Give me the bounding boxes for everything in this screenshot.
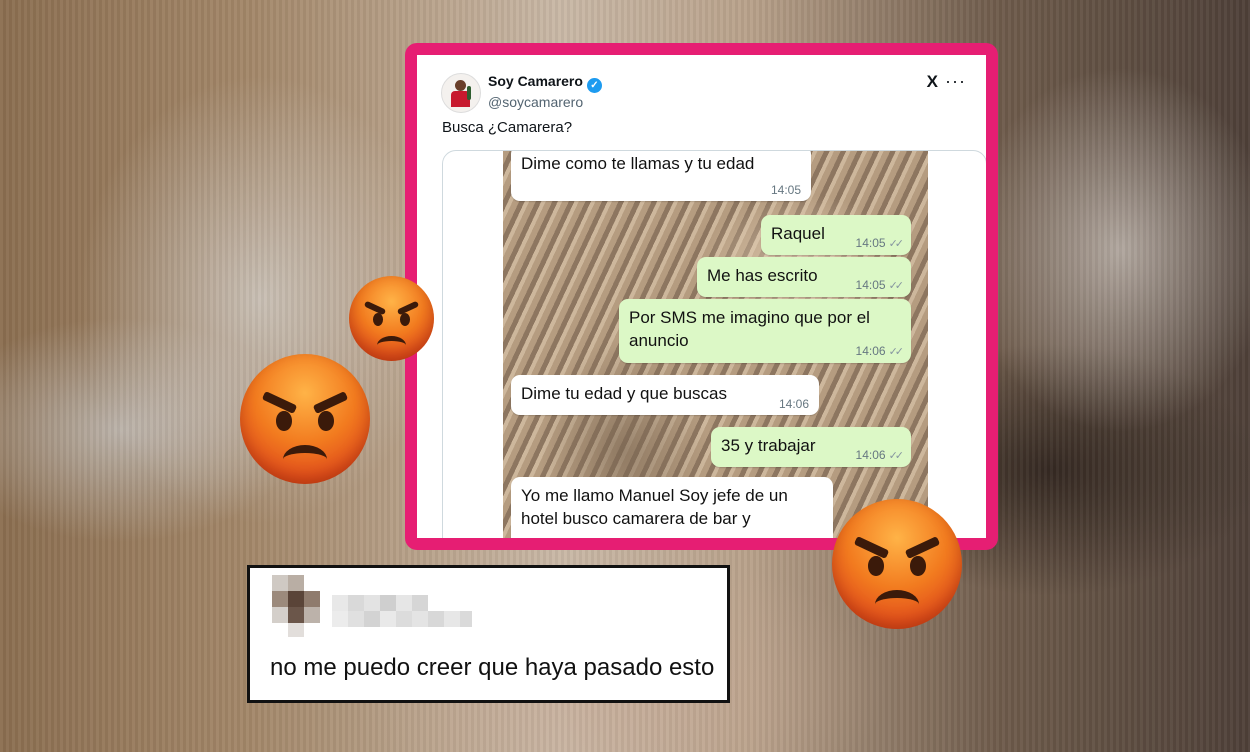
message-text: 35 y trabajar [721, 436, 816, 455]
message-timestamp: 14:05 [770, 183, 801, 197]
message-time: 14:06 [779, 398, 809, 410]
avatar-bottle [467, 86, 471, 100]
chat-message-sent: 35 y trabajar 14:06 ✓✓ [711, 427, 911, 467]
tweet-card: Soy Camarero ✓ @soycamarero X ··· Busca ¿… [417, 55, 986, 538]
chat-message-received: Dime como te llamas y tu edad 14:05 [511, 151, 811, 201]
chat-message-sent: Me has escrito 14:05 ✓✓ [697, 257, 911, 297]
message-timestamp: 14:06 [855, 448, 886, 462]
x-logo-icon[interactable]: X [927, 72, 938, 92]
read-ticks-icon: ✓✓ [888, 450, 905, 462]
comment-text: no me puedo creer que haya pasado esto [270, 654, 715, 681]
message-timestamp: 14:06 [855, 344, 886, 358]
more-icon[interactable]: ··· [945, 71, 966, 92]
message-timestamp: 14:06 [778, 397, 809, 411]
read-ticks-icon: ✓✓ [888, 280, 905, 292]
message-text: Raquel [771, 224, 825, 243]
tweet-media[interactable]: Dime como te llamas y tu edad 14:05 Raquel… [442, 150, 986, 538]
message-time: 14:05 ✓✓ [855, 278, 905, 292]
angry-face-icon [349, 276, 434, 361]
comment-card: no me puedo creer que haya pasado esto [247, 565, 730, 703]
chat-message-sent: Raquel 14:05 ✓✓ [761, 215, 911, 255]
tweet-header: Soy Camarero ✓ @soycamarero X ··· [431, 65, 972, 113]
message-text: Yo me llamo Manuel Soy jefe de un hotel … [521, 486, 788, 528]
message-timestamp: 14:05 [855, 236, 886, 250]
message-time: 14:05 ✓✓ [855, 236, 905, 250]
tweet-text: Busca ¿Camarera? [442, 119, 573, 136]
verified-badge-icon: ✓ [586, 78, 602, 93]
message-timestamp: 14:05 [855, 278, 886, 292]
author-name-row[interactable]: Soy Camarero ✓ [488, 73, 602, 93]
avatar[interactable] [441, 73, 481, 113]
message-time: 14:06 ✓✓ [855, 344, 905, 358]
angry-face-icon [240, 354, 370, 484]
message-time: 14:06 ✓✓ [855, 448, 905, 462]
chat-message-sent: Por SMS me imagino que por el anuncio 14:… [619, 299, 911, 363]
chat-screenshot: Dime como te llamas y tu edad 14:05 Raquel… [503, 151, 928, 538]
message-text: Por SMS me imagino que por el anuncio [629, 308, 870, 350]
avatar-head [455, 80, 466, 91]
author-handle[interactable]: @soycamarero [488, 94, 583, 110]
chat-message-received: Yo me llamo Manuel Soy jefe de un hotel … [511, 477, 833, 538]
message-text: Dime tu edad y que buscas [521, 384, 728, 403]
read-ticks-icon: ✓✓ [888, 238, 905, 250]
read-ticks-icon: ✓✓ [888, 346, 905, 358]
author-name[interactable]: Soy Camarero [488, 73, 583, 89]
chat-message-received: Dime tu edad y que buscas 14:06 [511, 375, 819, 415]
message-text: Dime como te llamas y tu edad [521, 154, 755, 173]
tweet-screenshot-frame: Soy Camarero ✓ @soycamarero X ··· Busca ¿… [405, 43, 998, 550]
angry-face-icon [832, 499, 962, 629]
pixelated-username [272, 575, 472, 638]
message-time: 14:05 [771, 184, 801, 196]
message-text: Me has escrito [707, 266, 818, 285]
